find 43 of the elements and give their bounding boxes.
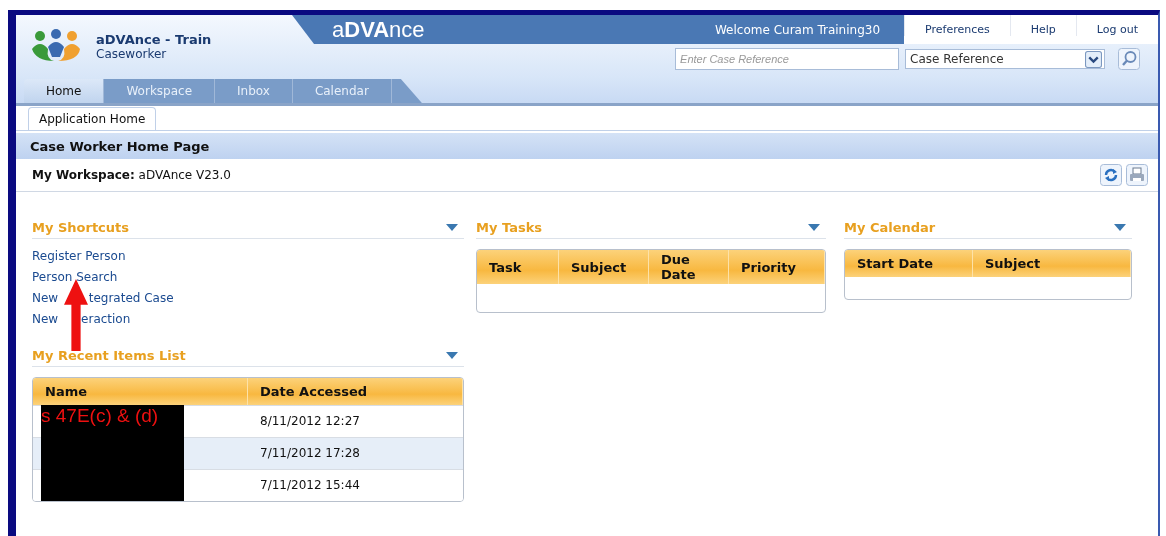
collapse-triangle-icon[interactable]: [1114, 224, 1126, 231]
panel-title: My Shortcuts: [32, 220, 130, 235]
shortcut-link[interactable]: Person Search: [32, 270, 118, 284]
welcome-text: Welcome Curam Training30: [714, 22, 881, 37]
app-title: aDVAnce - Train: [96, 31, 212, 47]
shortcut-link[interactable]: New tegrated Case: [32, 291, 174, 305]
column-header: Start Date: [845, 250, 973, 277]
role-label: Caseworker: [96, 46, 168, 61]
refresh-icon[interactable]: [1100, 164, 1122, 186]
column-header: Priority: [729, 250, 825, 284]
collapse-triangle-icon[interactable]: [446, 352, 458, 359]
collapse-triangle-icon[interactable]: [446, 224, 458, 231]
workspace-label: My Workspace: aDVAnce V23.0: [32, 168, 231, 182]
table-cell-text: 8/11/2012 12:27: [259, 413, 361, 430]
panel-title: My Tasks: [476, 220, 543, 235]
header-link[interactable]: Help: [1009, 15, 1076, 36]
table-cell-text: 7/11/2012 17:28: [259, 445, 361, 462]
header-link[interactable]: Preferences: [904, 15, 1010, 36]
page-title: Case Worker Home Page: [30, 138, 210, 154]
table-row[interactable]: 7/11/2012 17:28: [33, 437, 463, 469]
search-icon[interactable]: [1118, 48, 1141, 70]
panel-title: My Recent Items List: [32, 348, 186, 363]
case-reference-field[interactable]: Enter Case Reference: [675, 48, 900, 70]
shortcut-link[interactable]: New eraction: [32, 312, 131, 326]
brand-logo: aDVAnce: [332, 16, 425, 43]
table-row[interactable]: s 47E(c) & (d) 8/11/2012 12:27: [33, 405, 463, 437]
table-row[interactable]: 7/11/2012 15:44: [33, 469, 463, 501]
table-cell-text: 7/11/2012 15:44: [259, 477, 361, 494]
nav-tab[interactable]: Home: [24, 79, 105, 103]
collapse-triangle-icon[interactable]: [808, 224, 820, 231]
column-header: Subject: [559, 250, 649, 284]
column-header: Task: [477, 250, 559, 284]
panel-title: My Calendar: [844, 220, 936, 235]
people-logo-icon: [30, 29, 82, 63]
print-icon[interactable]: [1126, 164, 1148, 186]
search-type-dropdown[interactable]: Case Reference: [905, 49, 1106, 69]
column-header: Due Date: [649, 250, 729, 284]
column-header: Subject: [973, 250, 1131, 277]
sub-tab[interactable]: Application Home: [28, 107, 157, 130]
shortcut-link[interactable]: Register Person: [32, 249, 126, 263]
dropdown-caret-icon[interactable]: [1085, 50, 1103, 68]
header-link[interactable]: Log out: [1075, 15, 1158, 36]
redaction-box: s 47E(c) & (d): [41, 405, 184, 437]
